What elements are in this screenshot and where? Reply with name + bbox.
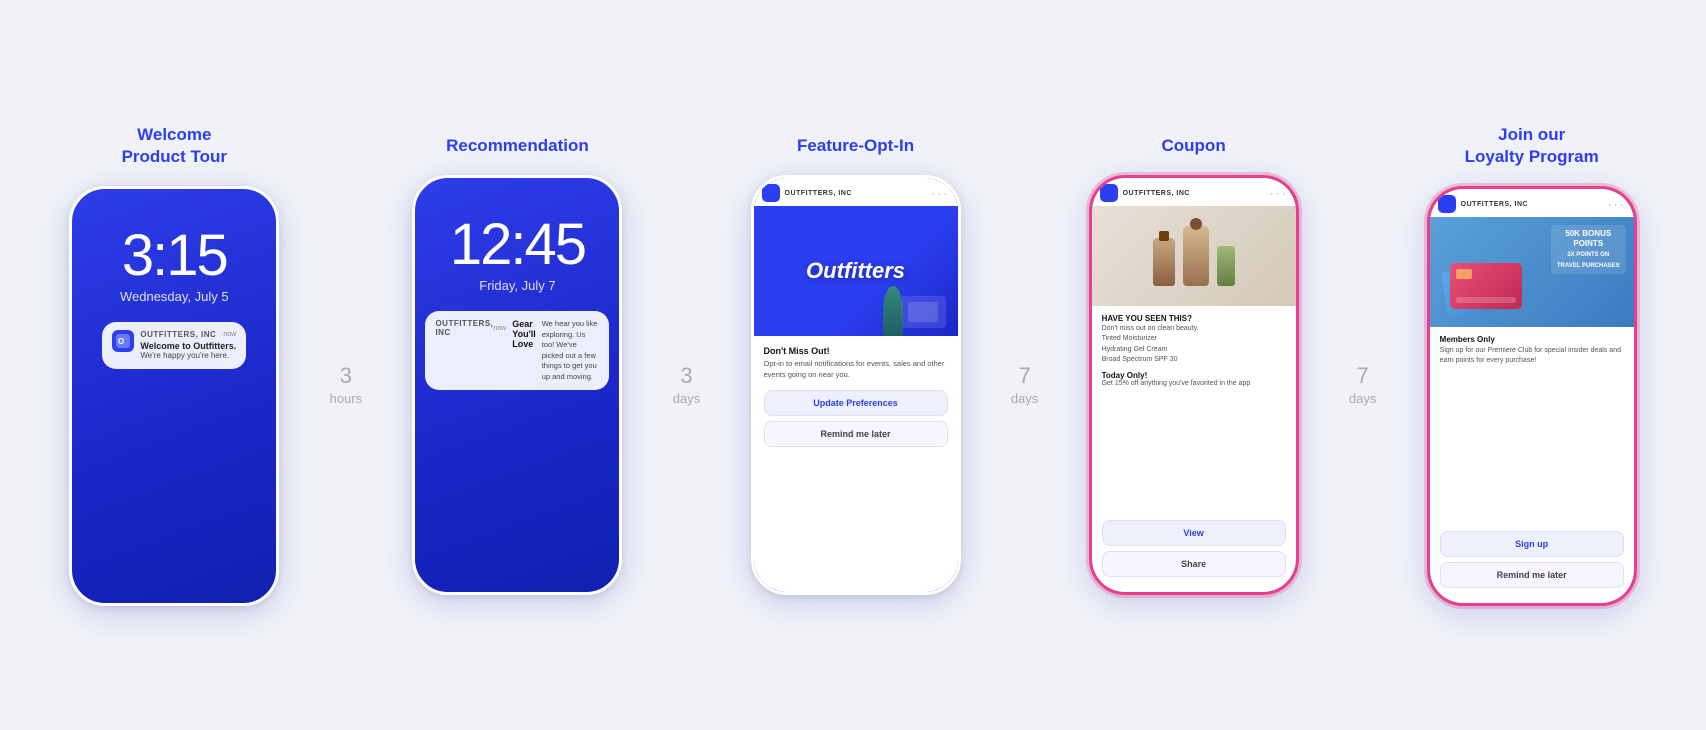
connector-num-1: 3 (340, 365, 352, 387)
lock-date-welcome: Wednesday, July 5 (120, 289, 229, 304)
app-icon-loyalty (1438, 195, 1456, 213)
notif-title-welcome: Welcome to Outfitters. (140, 341, 236, 351)
app-dots-optin: ··· (932, 186, 950, 200)
notif-body-rec: We hear you like exploring. Us too! We'v… (542, 319, 600, 382)
loyalty-content: Members Only Sign up for our Premiere Cl… (1430, 327, 1634, 531)
phone-welcome: 3:15 Wednesday, July 5 O OUTFITTERS, INC… (69, 186, 279, 606)
app-icon-optin (762, 184, 780, 202)
connector-num-3: 7 (1018, 365, 1030, 387)
notif-title-rec: Gear You'll Love (512, 319, 535, 349)
notif-app-welcome: OUTFITTERS, INC (140, 330, 216, 339)
coupon-title: HAVE YOU SEEN THIS? (1102, 314, 1286, 323)
phone-wrapper-optin: OUTFITTERS, INC ··· Outfitters (751, 175, 961, 595)
coupon-promo-title: Today Only! (1102, 371, 1286, 380)
signup-button[interactable]: Sign up (1440, 531, 1624, 557)
share-button[interactable]: Share (1102, 551, 1286, 577)
phone-title-optin: Feature-Opt-In (797, 135, 914, 157)
connector-label-2: days (673, 391, 700, 406)
hero-logo-optin: Outfitters (806, 258, 905, 284)
app-icon-coupon (1100, 184, 1118, 202)
notif-header-rec: OUTFITTERS, INC now (435, 319, 506, 337)
coupon-items: Tinted MoisturizerHydrating Gel CreamBro… (1102, 334, 1286, 366)
connector-1: 3 hours (326, 365, 367, 406)
connector-4: 7 days (1345, 365, 1380, 406)
main-container: WelcomeProduct Tour 3:15 Wednesday, July… (23, 124, 1683, 606)
phone-coupon: OUTFITTERS, INC ··· (1089, 175, 1299, 595)
lock-date-recommendation: Friday, July 7 (479, 278, 555, 293)
coupon-content: HAVE YOU SEEN THIS? Don't miss out on cl… (1092, 306, 1296, 592)
notif-body-welcome: We're happy you're here. (140, 351, 236, 361)
notification-card-welcome: O OUTFITTERS, INC now Welcome to Outfitt… (102, 322, 246, 369)
notif-time-welcome: now (223, 331, 236, 338)
section-body-optin: Opt-in to email notifications for events… (764, 359, 948, 380)
phone-col-recommendation: Recommendation 12:45 Friday, July 7 OUTF… (366, 135, 669, 595)
view-button[interactable]: View (1102, 520, 1286, 546)
phone-wrapper-welcome: 3:15 Wednesday, July 5 O OUTFITTERS, INC… (69, 186, 279, 606)
connector-2: 3 days (669, 365, 704, 406)
app-hero-optin: Outfitters (754, 206, 958, 336)
app-dots-coupon: ··· (1270, 186, 1288, 200)
coupon-text-area: HAVE YOU SEEN THIS? Don't miss out on cl… (1092, 306, 1296, 520)
app-name-optin: OUTFITTERS, INC (785, 190, 852, 197)
loyalty-title: Members Only (1440, 335, 1624, 344)
remind-later-button-loyalty[interactable]: Remind me later (1440, 562, 1624, 588)
notif-time-rec: now (493, 325, 506, 332)
app-topbar-loyalty: OUTFITTERS, INC ··· (1430, 189, 1634, 217)
phone-title-coupon: Coupon (1162, 135, 1226, 157)
phone-col-loyalty: Join ourLoyalty Program OUTFITTERS, INC … (1380, 124, 1683, 606)
connector-num-2: 3 (680, 365, 692, 387)
app-topbar-left-coupon: OUTFITTERS, INC (1100, 184, 1190, 202)
connector-label-3: days (1011, 391, 1038, 406)
phone-col-welcome: WelcomeProduct Tour 3:15 Wednesday, July… (23, 124, 326, 606)
app-name-loyalty: OUTFITTERS, INC (1461, 201, 1528, 208)
coupon-promo-body: Get 15% off anything you've favorited in… (1102, 380, 1286, 387)
app-topbar-optin: OUTFITTERS, INC ··· (754, 178, 958, 206)
coupon-subtitle: Don't miss out on clean beauty. (1102, 325, 1286, 332)
loyalty-body: Sign up for our Premiere Club for specia… (1440, 346, 1624, 366)
phone-col-optin: Feature-Opt-In OUTFITTERS, INC ··· Outf (704, 135, 1007, 595)
phone-wrapper-recommendation: 12:45 Friday, July 7 OUTFITTERS, INC now… (412, 175, 622, 595)
app-topbar-left-optin: OUTFITTERS, INC (762, 184, 852, 202)
update-preferences-button[interactable]: Update Preferences (764, 390, 948, 416)
connector-3: 7 days (1007, 365, 1042, 406)
phone-title-loyalty: Join ourLoyalty Program (1465, 124, 1599, 168)
app-topbar-coupon: OUTFITTERS, INC ··· (1092, 178, 1296, 206)
loyalty-image: 50K BONUSPOINTS3X POINTS ONTRAVEL PURCHA… (1430, 217, 1634, 327)
remind-later-button-optin[interactable]: Remind me later (764, 421, 948, 447)
notif-content-welcome: OUTFITTERS, INC now Welcome to Outfitter… (140, 330, 236, 361)
lock-screen-welcome: 3:15 Wednesday, July 5 O OUTFITTERS, INC… (72, 189, 276, 369)
notif-icon-welcome: O (112, 330, 134, 352)
phone-title-recommendation: Recommendation (446, 135, 589, 157)
phone-loyalty: OUTFITTERS, INC ··· (1427, 186, 1637, 606)
lock-time-recommendation: 12:45 (450, 216, 585, 274)
phone-title-welcome: WelcomeProduct Tour (122, 124, 227, 168)
app-screen-optin: OUTFITTERS, INC ··· Outfitters (754, 178, 958, 592)
notification-card-recommendation: OUTFITTERS, INC now Gear You'll Love We … (425, 311, 609, 390)
app-name-coupon: OUTFITTERS, INC (1123, 190, 1190, 197)
phone-wrapper-coupon: OUTFITTERS, INC ··· (1089, 175, 1299, 595)
phone-recommendation: 12:45 Friday, July 7 OUTFITTERS, INC now… (412, 175, 622, 595)
connector-label-4: days (1349, 391, 1376, 406)
svg-text:O: O (118, 337, 124, 346)
app-topbar-left-loyalty: OUTFITTERS, INC (1438, 195, 1528, 213)
phone-wrapper-loyalty: OUTFITTERS, INC ··· (1427, 186, 1637, 606)
section-title-optin: Don't Miss Out! (764, 346, 948, 356)
coupon-buttons: View Share (1092, 520, 1296, 592)
app-content-optin: Don't Miss Out! Opt-in to email notifica… (754, 336, 958, 592)
loyalty-buttons: Sign up Remind me later (1430, 531, 1634, 603)
lock-time-welcome: 3:15 (122, 227, 227, 285)
lock-screen-recommendation: 12:45 Friday, July 7 OUTFITTERS, INC now… (415, 178, 619, 390)
notif-app-rec: OUTFITTERS, INC (435, 319, 493, 337)
coupon-image (1092, 206, 1296, 306)
connector-label-1: hours (330, 391, 363, 406)
phone-optin: OUTFITTERS, INC ··· Outfitters (751, 175, 961, 595)
app-screen-loyalty: OUTFITTERS, INC ··· (1430, 189, 1634, 603)
phone-col-coupon: Coupon OUTFITTERS, INC ··· (1042, 135, 1345, 595)
connector-num-4: 7 (1357, 365, 1369, 387)
app-screen-coupon: OUTFITTERS, INC ··· (1092, 178, 1296, 592)
app-dots-loyalty: ··· (1608, 197, 1626, 211)
